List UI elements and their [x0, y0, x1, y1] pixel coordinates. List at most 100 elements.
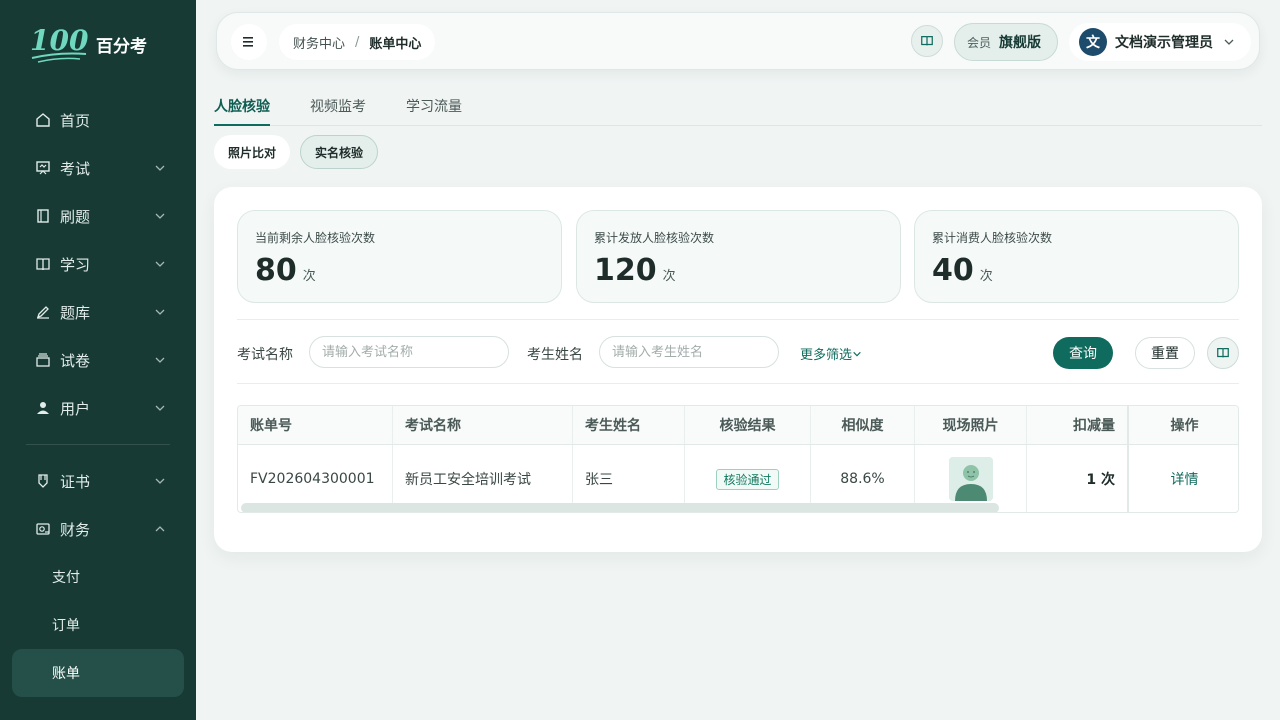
- sidebar-subitem-label: 订单: [52, 618, 80, 634]
- col-deduct: 扣减量: [1027, 406, 1129, 444]
- chevron-down-icon: [155, 213, 165, 219]
- cell-action: 详情: [1129, 445, 1238, 512]
- logo-100-icon: 100: [30, 24, 89, 63]
- divider: [237, 383, 1239, 384]
- sidebar-item-label: 刷题: [60, 207, 91, 226]
- chevron-down-icon: [155, 478, 165, 484]
- user-name: 文档演示管理员: [1115, 35, 1213, 51]
- col-action: 操作: [1170, 418, 1199, 434]
- col-result: 核验结果: [685, 406, 811, 444]
- horizontal-scrollbar[interactable]: [241, 503, 999, 512]
- deduct-value: 1 次: [1086, 472, 1115, 488]
- sidebar-item-certificate[interactable]: 证书: [12, 457, 184, 505]
- user-menu[interactable]: 文 文档演示管理员: [1069, 23, 1251, 61]
- sidebar-item-finance[interactable]: 财务: [12, 505, 184, 553]
- chevron-down-icon: [155, 405, 165, 411]
- sidebar-item-paper[interactable]: 试卷: [12, 336, 184, 384]
- more-filters-link[interactable]: 更多筛选: [800, 344, 862, 363]
- stat-title: 累计发放人脸核验次数: [594, 231, 715, 245]
- sidebar-subitem-bill[interactable]: 账单: [12, 649, 184, 697]
- sidebar-item-user[interactable]: 用户: [12, 384, 184, 432]
- avatar: 文: [1079, 28, 1107, 56]
- more-filters-label: 更多筛选: [800, 348, 853, 363]
- stat-unit: 次: [662, 269, 676, 284]
- stack-icon: [34, 351, 52, 369]
- notebook-icon: [34, 207, 52, 225]
- bill-card: 当前剩余人脸核验次数 80 次 累计发放人脸核验次数 120 次 累计消费人脸核验次…: [214, 187, 1262, 552]
- stat-remaining: 当前剩余人脸核验次数 80 次: [237, 210, 562, 303]
- student-name-label: 考生姓名: [527, 347, 583, 363]
- breadcrumb-current: 账单中心: [369, 36, 422, 52]
- exam-name-label: 考试名称: [237, 347, 293, 363]
- pen-icon: [34, 303, 52, 321]
- sidebar-item-study[interactable]: 学习: [12, 240, 184, 288]
- breadcrumb-separator: /: [355, 34, 360, 50]
- divider: [237, 319, 1239, 320]
- main-tabs: 人脸核验 视频监考 学习流量: [214, 96, 1262, 126]
- breadcrumb: 财务中心 / 账单中心: [279, 24, 436, 60]
- col-similarity: 相似度: [811, 406, 915, 444]
- sidebar-item-label: 财务: [60, 520, 91, 539]
- sidebar-nav: 首页 考试 刷题 学习 题库 试卷 用户 证书 财务 支付 订单 账单: [12, 96, 184, 697]
- face-photo[interactable]: [948, 457, 993, 501]
- subtab-realname-verify[interactable]: 实名核验: [300, 135, 379, 169]
- sidebar-item-label: 试卷: [60, 351, 91, 370]
- sidebar-item-label: 考试: [60, 159, 91, 178]
- cell-deduct: 1 次: [1027, 445, 1129, 512]
- stat-unit: 次: [979, 269, 993, 284]
- sidebar-item-label: 首页: [60, 111, 91, 130]
- col-exam-name: 考试名称: [393, 406, 573, 444]
- sidebar-divider: [26, 444, 170, 445]
- breadcrumb-parent[interactable]: 财务中心: [293, 33, 345, 52]
- chevron-down-icon: [155, 165, 165, 171]
- exam-name-input[interactable]: [309, 336, 509, 368]
- stat-value-wrap: 80 次: [255, 253, 316, 288]
- stat-value: 120: [594, 253, 657, 288]
- brand[interactable]: 100 百分考: [28, 22, 147, 66]
- hamburger-icon: [243, 37, 253, 47]
- stat-value-wrap: 40 次: [932, 253, 993, 288]
- sidebar-subitem-label: 支付: [52, 570, 80, 586]
- sidebar-subitem-payment[interactable]: 支付: [12, 553, 184, 601]
- query-button[interactable]: 查询: [1053, 337, 1113, 369]
- svg-text:100: 100: [30, 24, 89, 57]
- sidebar-subitem-label: 账单: [52, 666, 80, 682]
- sidebar-item-home[interactable]: 首页: [12, 96, 184, 144]
- stat-title: 当前剩余人脸核验次数: [255, 231, 376, 245]
- status-badge: 核验通过: [716, 468, 779, 490]
- menu-toggle-button[interactable]: [231, 24, 267, 60]
- stat-value: 40: [932, 253, 974, 288]
- tab-study-traffic[interactable]: 学习流量: [406, 96, 462, 126]
- chevron-down-icon: [853, 351, 861, 356]
- student-name-input[interactable]: [599, 336, 779, 368]
- col-photo: 现场照片: [915, 406, 1027, 444]
- col-bill-no: 账单号: [238, 406, 393, 444]
- column-settings-button[interactable]: [1207, 337, 1239, 369]
- sidebar-item-exam[interactable]: 考试: [12, 144, 184, 192]
- chevron-up-icon: [155, 526, 165, 532]
- tab-video-proctor[interactable]: 视频监考: [310, 96, 366, 126]
- stat-consumed: 累计消费人脸核验次数 40 次: [914, 210, 1239, 303]
- docs-button[interactable]: [911, 25, 943, 57]
- member-level: 旗舰版: [999, 35, 1042, 51]
- stat-issued: 累计发放人脸核验次数 120 次: [576, 210, 901, 303]
- person-avatar-icon: [948, 457, 993, 501]
- wallet-icon: [34, 520, 52, 538]
- stat-value-wrap: 120 次: [594, 253, 676, 288]
- member-badge[interactable]: 会员 旗舰版: [954, 23, 1059, 61]
- detail-link[interactable]: 详情: [1171, 469, 1199, 489]
- sidebar-item-question-bank[interactable]: 题库: [12, 288, 184, 336]
- reset-button[interactable]: 重置: [1135, 337, 1195, 369]
- subtab-photo-compare[interactable]: 照片比对: [214, 135, 291, 169]
- stat-unit: 次: [302, 269, 316, 284]
- stat-title: 累计消费人脸核验次数: [932, 231, 1053, 245]
- tab-face-verify[interactable]: 人脸核验: [214, 96, 270, 126]
- sidebar-item-label: 用户: [60, 399, 91, 418]
- sidebar: 100 百分考 首页 考试 刷题 学习 题库 试卷 用户 证书 财务 支付 订单…: [0, 0, 196, 720]
- chevron-down-icon: [155, 357, 165, 363]
- sidebar-subitem-order[interactable]: 订单: [12, 601, 184, 649]
- brand-name: 百分考: [96, 36, 147, 57]
- col-student-name: 考生姓名: [573, 406, 685, 444]
- book-open-icon: [1217, 348, 1229, 358]
- sidebar-item-practice[interactable]: 刷题: [12, 192, 184, 240]
